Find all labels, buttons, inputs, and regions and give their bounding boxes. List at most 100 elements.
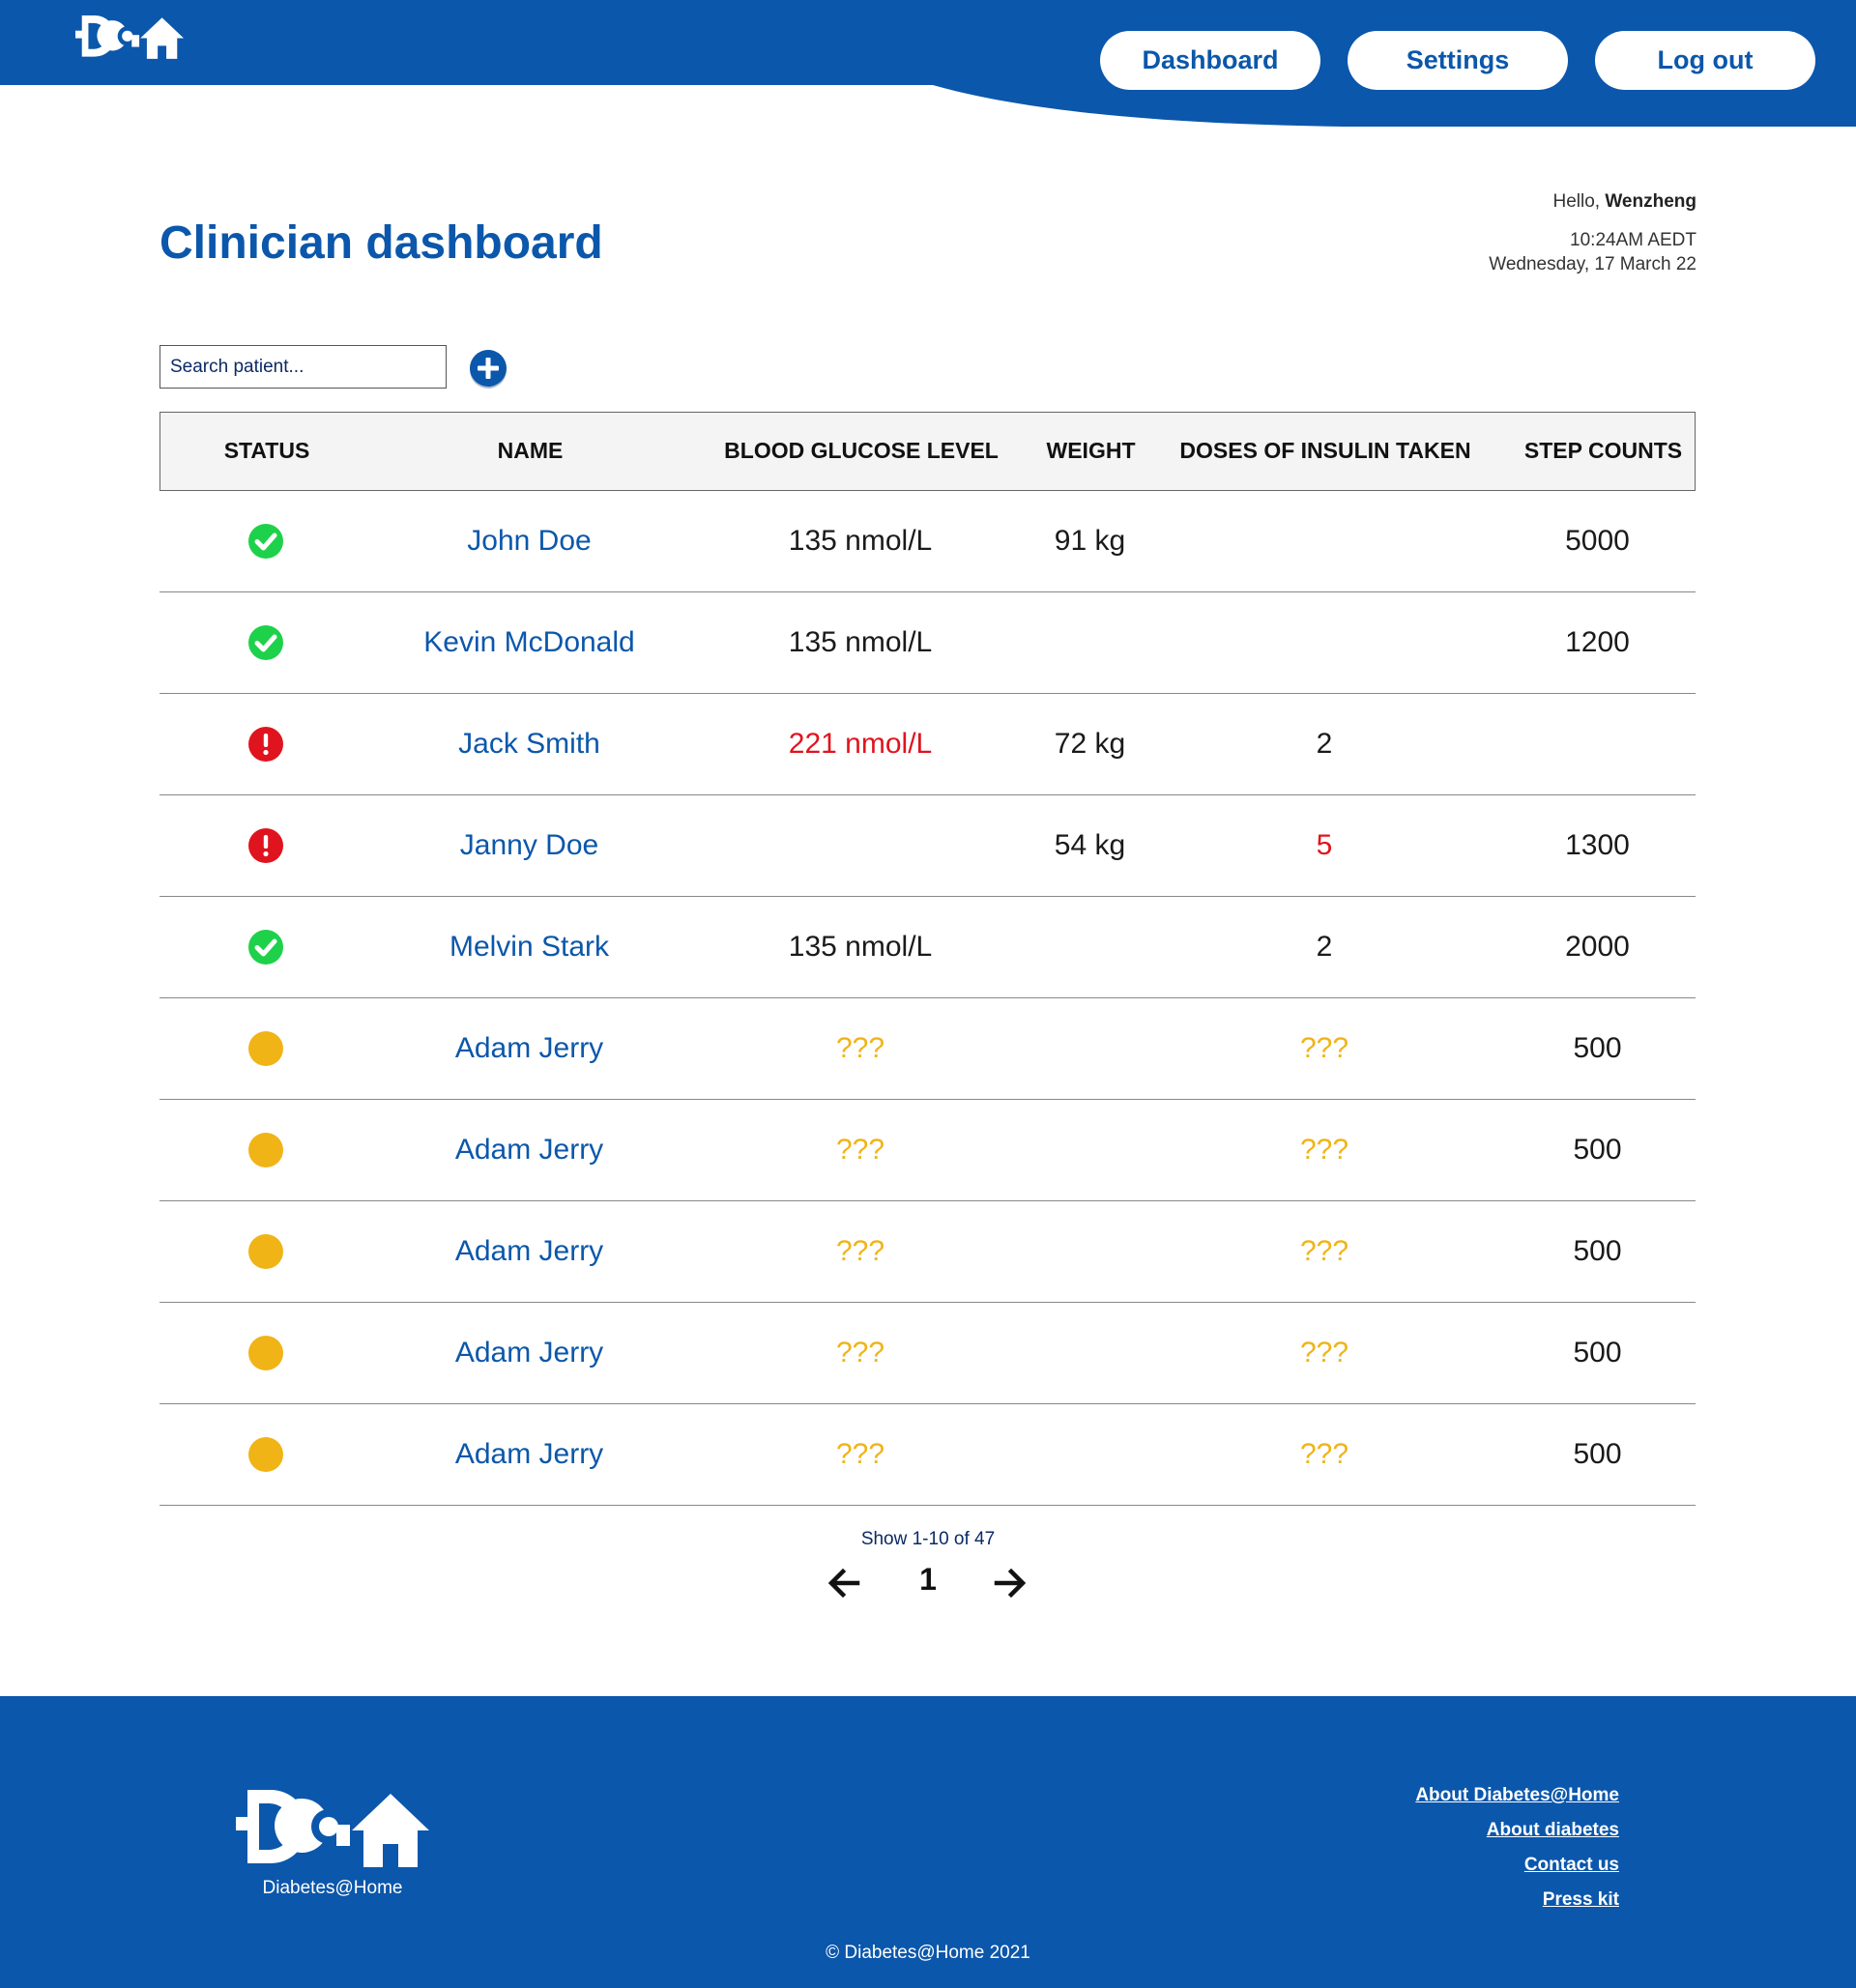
patient-name-link[interactable]: Adam Jerry: [382, 1404, 677, 1505]
header-steps[interactable]: STEP COUNTS: [1480, 413, 1726, 489]
blood-glucose-cell: [715, 795, 1005, 896]
table-row[interactable]: Janny Doe 54 kg 5 1300: [160, 795, 1696, 897]
step-count-cell: 1300: [1565, 829, 1630, 861]
blood-glucose-cell: 135 nmol/L: [788, 626, 933, 658]
insulin-dose-cell: ???: [1299, 1337, 1349, 1369]
patient-name-link[interactable]: Adam Jerry: [382, 1100, 677, 1200]
footer-link-about-site[interactable]: About Diabetes@Home: [1415, 1778, 1619, 1813]
step-count-cell: 500: [1573, 1337, 1622, 1369]
check-circle-icon: [248, 524, 283, 559]
table-row[interactable]: Jack Smith 221 nmol/L 72 kg 2: [160, 694, 1696, 795]
yellow-dot-icon: [248, 1133, 283, 1167]
yellow-dot-icon: [248, 1437, 283, 1472]
add-patient-button[interactable]: [468, 348, 508, 389]
pagination-info: Show 1-10 of 47: [860, 1529, 996, 1549]
patient-name-link[interactable]: John Doe: [382, 491, 677, 591]
check-circle-icon: [248, 625, 283, 660]
blood-glucose-cell: 135 nmol/L: [788, 525, 933, 557]
status-cell: [179, 998, 353, 1099]
status-cell: [179, 1404, 353, 1505]
blood-glucose-cell: ???: [835, 1438, 885, 1470]
table-row[interactable]: Adam Jerry?????? 500: [160, 1201, 1696, 1303]
header-blood-glucose[interactable]: BLOOD GLUCOSE LEVEL: [716, 413, 1006, 489]
table-row[interactable]: Adam Jerry?????? 500: [160, 1404, 1696, 1506]
blood-glucose-cell: ???: [835, 1235, 885, 1267]
patient-name-link[interactable]: Kevin McDonald: [382, 592, 677, 693]
table-row[interactable]: John Doe 135 nmol/L 91 kg 5000: [160, 491, 1696, 592]
patient-name-link[interactable]: Adam Jerry: [382, 998, 677, 1099]
header-status[interactable]: STATUS: [180, 413, 354, 489]
patient-name-link[interactable]: Adam Jerry: [382, 1201, 677, 1302]
current-time: 10:24AM AEDT: [1570, 230, 1696, 250]
header-weight[interactable]: WEIGHT: [1026, 413, 1156, 489]
patient-name-link[interactable]: Janny Doe: [382, 795, 677, 896]
weight-cell: 54 kg: [1054, 829, 1126, 861]
header-name[interactable]: NAME: [383, 413, 678, 489]
blood-glucose-cell: ???: [835, 1134, 885, 1166]
settings-button[interactable]: Settings: [1348, 31, 1568, 90]
search-input[interactable]: [160, 345, 447, 389]
status-cell: [179, 1201, 353, 1302]
logout-button[interactable]: Log out: [1595, 31, 1815, 90]
greeting-line: Hello, Wenzheng: [1489, 189, 1696, 214]
table-row[interactable]: Adam Jerry?????? 500: [160, 1303, 1696, 1404]
status-cell: [179, 897, 353, 997]
weight-cell: 91 kg: [1054, 525, 1126, 557]
footer: Diabetes@Home About Diabetes@Home About …: [0, 1696, 1856, 1988]
current-date: Wednesday, 17 March 22: [1489, 254, 1696, 274]
table-row[interactable]: Kevin McDonald 135 nmol/L 1200: [160, 592, 1696, 694]
top-header: Dashboard Settings Log out: [0, 0, 1856, 135]
step-count-cell: 500: [1573, 1134, 1622, 1166]
step-count-cell: 2000: [1565, 931, 1630, 963]
patient-name-link[interactable]: Jack Smith: [382, 694, 677, 794]
footer-links: About Diabetes@Home About diabetes Conta…: [1415, 1778, 1619, 1917]
table-body: John Doe 135 nmol/L 91 kg 5000 Kevin McDonal…: [160, 491, 1696, 1506]
patient-table: STATUS NAME BLOOD GLUCOSE LEVEL WEIGHT D…: [160, 412, 1696, 1506]
insulin-dose-cell: ???: [1299, 1032, 1349, 1064]
check-circle-icon: [248, 930, 283, 965]
patient-name-link[interactable]: Adam Jerry: [382, 1303, 677, 1403]
insulin-dose-cell: ???: [1299, 1134, 1349, 1166]
yellow-dot-icon: [248, 1234, 283, 1269]
insulin-dose-cell: ???: [1299, 1438, 1349, 1470]
weight-cell: 72 kg: [1054, 728, 1126, 760]
weight-cell: [1025, 897, 1155, 997]
step-count-cell: 500: [1573, 1032, 1622, 1064]
blood-glucose-cell: ???: [835, 1032, 885, 1064]
status-cell: [179, 592, 353, 693]
step-count-cell: 500: [1573, 1235, 1622, 1267]
step-count-cell: 500: [1573, 1438, 1622, 1470]
table-row[interactable]: Adam Jerry?????? 500: [160, 998, 1696, 1100]
logo-icon[interactable]: [75, 14, 184, 62]
step-count-cell: 1200: [1565, 626, 1630, 658]
user-name: Wenzheng: [1605, 191, 1696, 212]
status-cell: [179, 795, 353, 896]
insulin-dose-cell: 2: [1316, 931, 1333, 963]
weight-cell: [1025, 1100, 1155, 1200]
blood-glucose-cell: 221 nmol/L: [788, 728, 933, 760]
exclamation-circle-icon: [248, 727, 283, 762]
header-insulin[interactable]: DOSES OF INSULIN TAKEN: [1166, 413, 1485, 489]
greeting-block: Hello, Wenzheng 10:24AM AEDT Wednesday, …: [1489, 189, 1696, 276]
insulin-dose-cell: ???: [1299, 1235, 1349, 1267]
patient-name-link[interactable]: Melvin Stark: [382, 897, 677, 997]
insulin-dose-cell: [1165, 491, 1484, 591]
footer-link-press-kit[interactable]: Press kit: [1415, 1883, 1619, 1917]
footer-logo-icon[interactable]: [236, 1788, 429, 1871]
table-row[interactable]: Melvin Stark 135 nmol/L 2 2000: [160, 897, 1696, 998]
status-cell: [179, 694, 353, 794]
greeting-prefix: Hello,: [1552, 191, 1606, 212]
table-row[interactable]: Adam Jerry?????? 500: [160, 1100, 1696, 1201]
step-count-cell: [1474, 694, 1721, 794]
step-count-cell: 5000: [1565, 525, 1630, 557]
weight-cell: [1025, 592, 1155, 693]
weight-cell: [1025, 1201, 1155, 1302]
arrow-right-icon[interactable]: [993, 1566, 1028, 1600]
footer-link-about-diabetes[interactable]: About diabetes: [1415, 1813, 1619, 1848]
exclamation-circle-icon: [248, 828, 283, 863]
copyright: © Diabetes@Home 2021: [826, 1943, 1030, 1963]
dashboard-button[interactable]: Dashboard: [1100, 31, 1320, 90]
status-cell: [179, 491, 353, 591]
footer-link-contact[interactable]: Contact us: [1415, 1848, 1619, 1883]
main-nav: Dashboard Settings Log out: [1100, 31, 1815, 90]
